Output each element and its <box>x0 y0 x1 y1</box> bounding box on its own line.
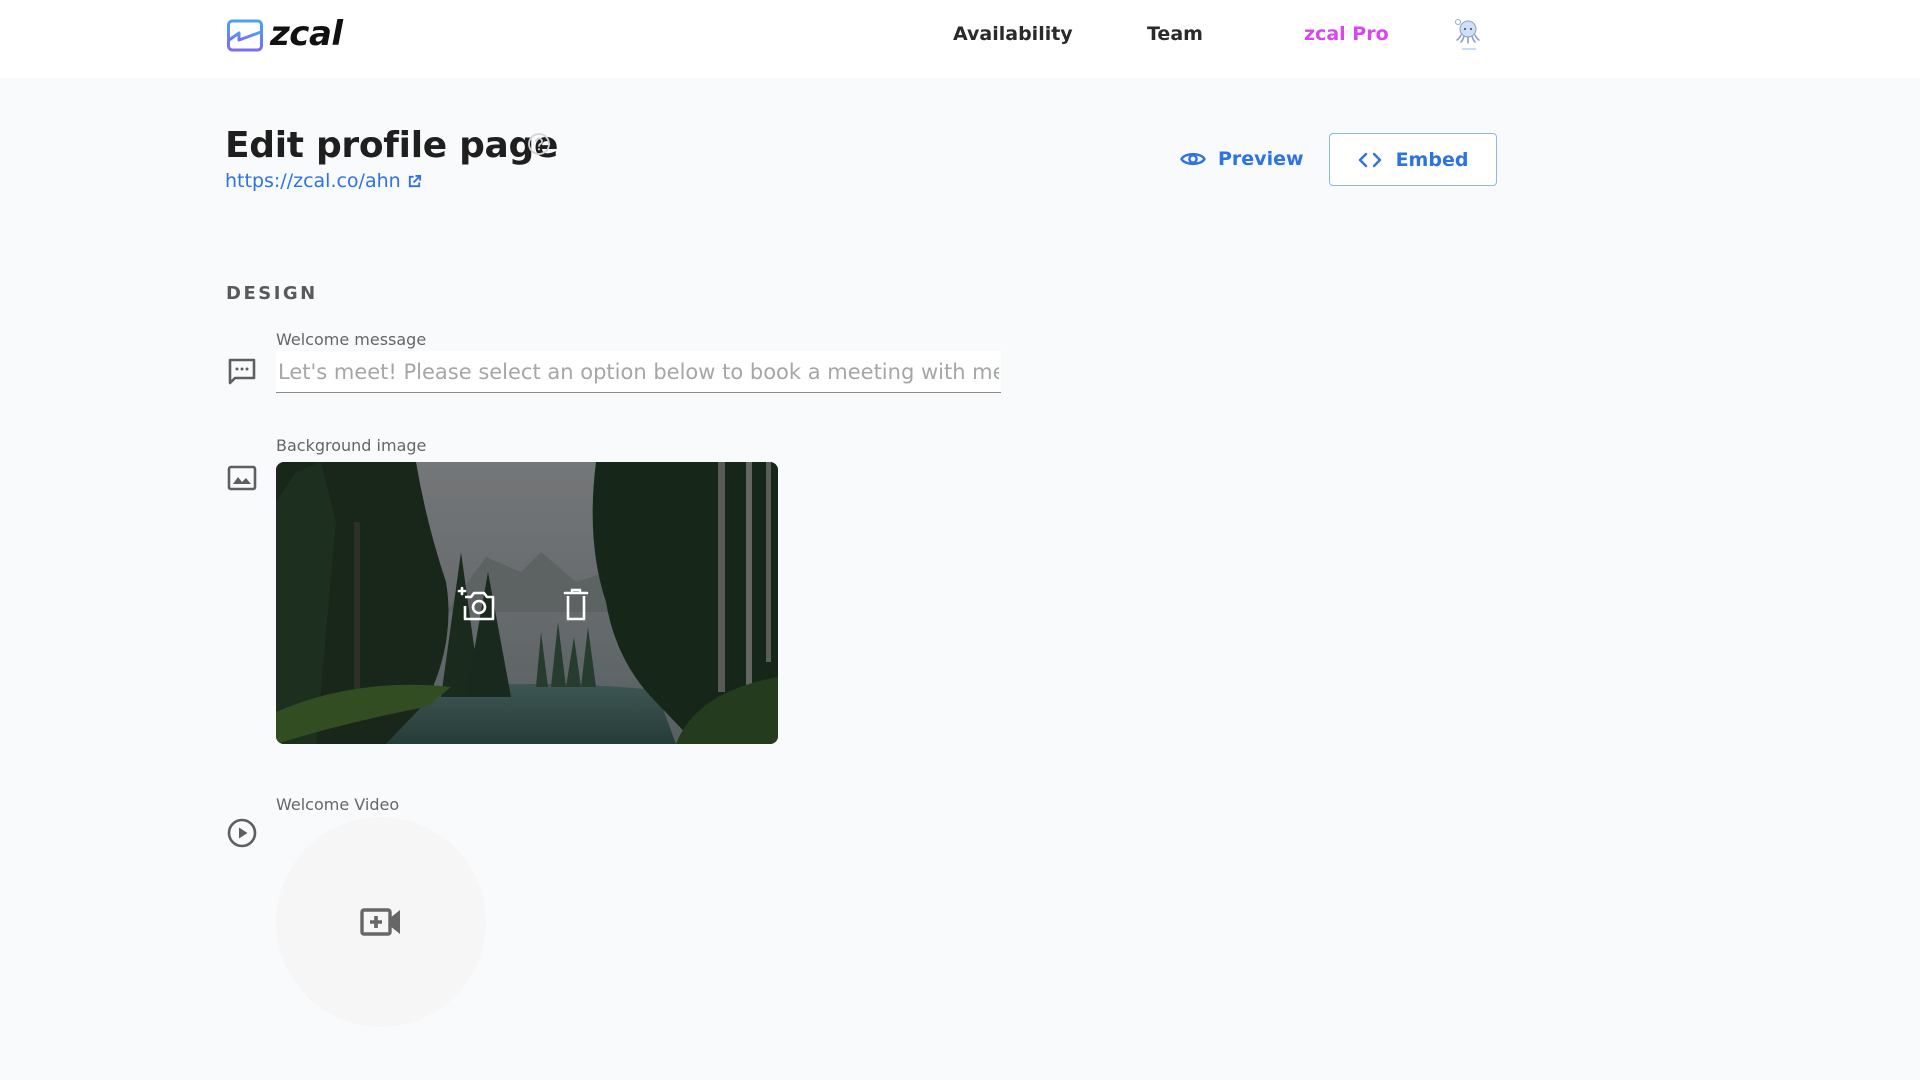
play-circle-icon <box>227 818 257 848</box>
embed-label: Embed <box>1395 148 1469 171</box>
add-photo-icon <box>457 586 495 621</box>
welcome-message-input[interactable] <box>276 351 1001 393</box>
user-avatar[interactable] <box>1452 16 1484 52</box>
zcal-logo[interactable]: zcal <box>226 14 343 54</box>
top-navigation-bar: zcal Availability Team zcal Pro <box>0 0 1920 78</box>
add-video-icon <box>360 908 400 936</box>
eye-icon <box>1180 152 1206 166</box>
help-icon[interactable] <box>527 132 551 156</box>
background-image-preview[interactable] <box>276 462 778 744</box>
profile-url-link[interactable]: https://zcal.co/ahn <box>225 168 422 194</box>
nav-availability[interactable]: Availability <box>953 20 1073 48</box>
chat-message-icon <box>228 358 256 385</box>
preview-label: Preview <box>1218 148 1304 170</box>
profile-url-text: https://zcal.co/ahn <box>225 170 401 192</box>
calendar-logo-icon <box>227 15 263 52</box>
octopus-avatar-icon <box>1455 19 1480 50</box>
nav-zcal-pro[interactable]: zcal Pro <box>1304 20 1389 48</box>
welcome-video-label: Welcome Video <box>276 795 400 814</box>
design-section-title: DESIGN <box>226 283 318 304</box>
external-link-icon <box>408 174 421 187</box>
background-image-label: Background image <box>276 436 427 455</box>
forest-lake-image <box>276 462 778 744</box>
image-icon <box>227 465 257 491</box>
trash-icon <box>563 588 589 621</box>
upload-image-button[interactable] <box>457 584 497 624</box>
preview-button[interactable]: Preview <box>1180 138 1304 180</box>
delete-image-button[interactable] <box>556 584 596 624</box>
nav-team[interactable]: Team <box>1147 20 1203 48</box>
embed-button[interactable]: Embed <box>1329 133 1497 186</box>
welcome-message-label: Welcome message <box>276 330 427 349</box>
page-title: Edit profile page <box>225 125 559 166</box>
add-welcome-video-button[interactable] <box>276 817 486 1027</box>
code-icon <box>1358 152 1381 167</box>
logo-wordmark: zcal <box>270 14 343 54</box>
